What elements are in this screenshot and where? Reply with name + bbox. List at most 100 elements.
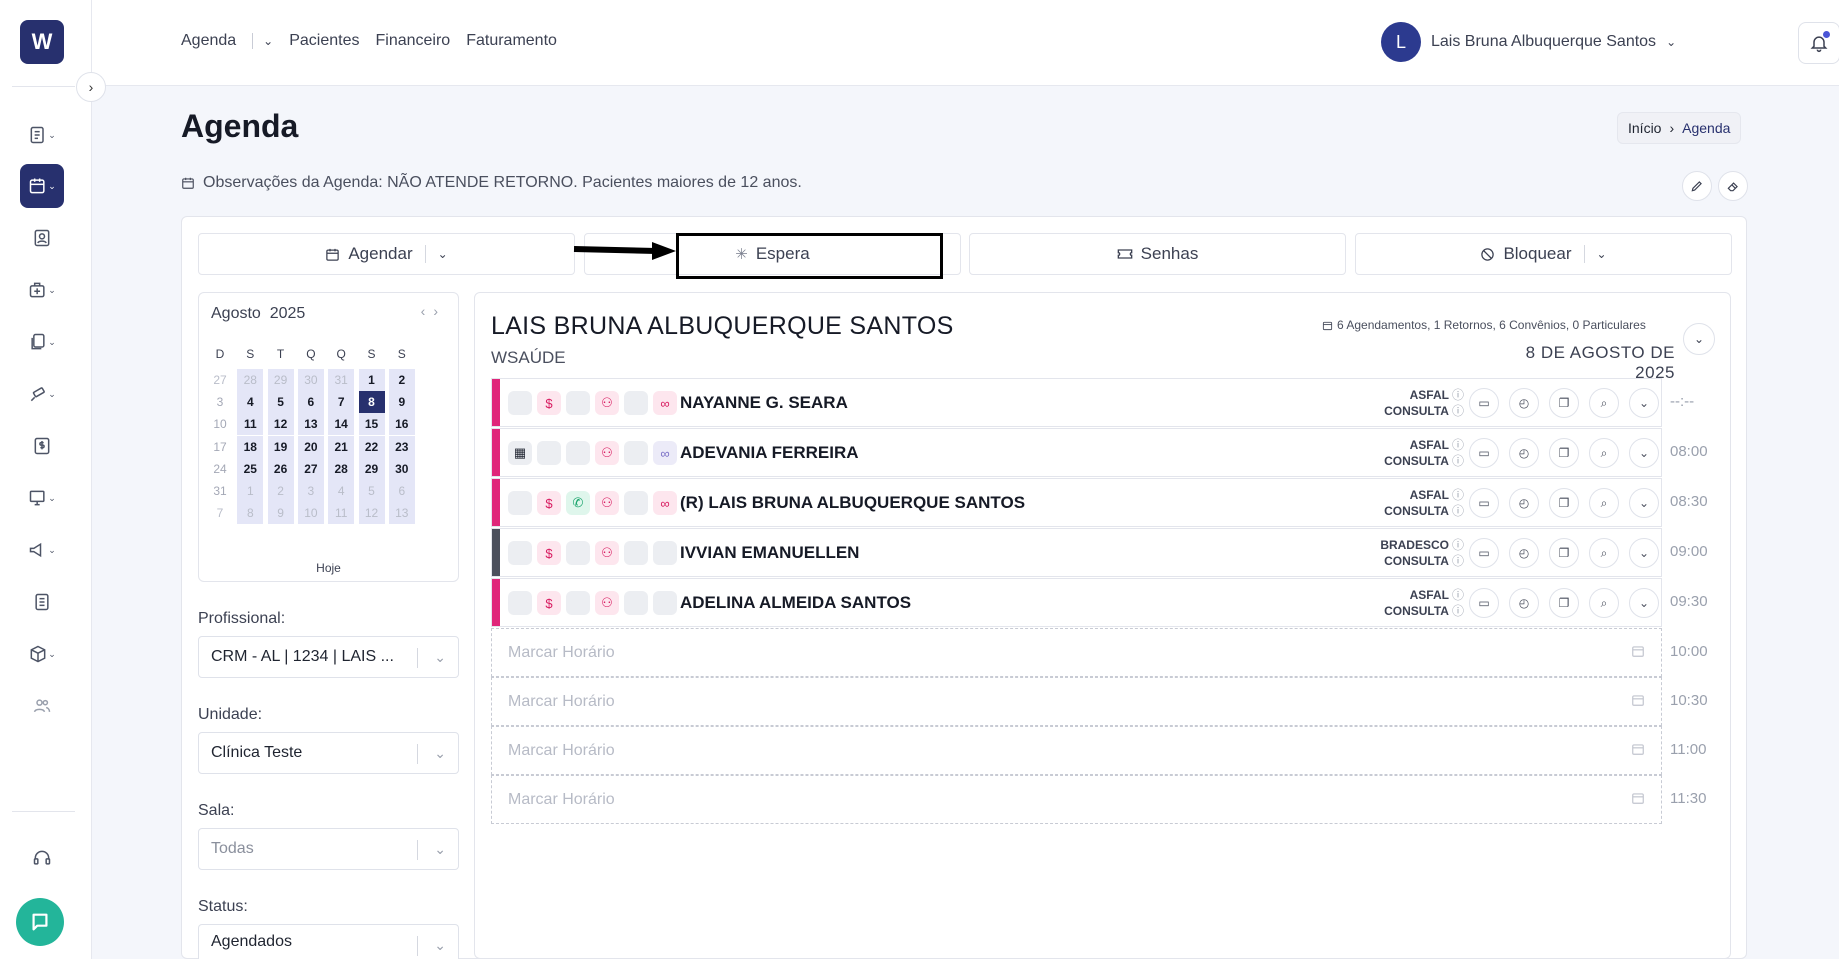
status-chip[interactable] — [624, 541, 648, 565]
breadcrumb-home[interactable]: Início — [1628, 120, 1661, 136]
user-icon[interactable]: ⚇ — [595, 491, 619, 515]
calendar-day[interactable]: 2 — [388, 369, 415, 391]
edit-observation-button[interactable] — [1682, 171, 1712, 201]
calendar-day[interactable]: 25 — [237, 457, 264, 480]
reschedule-button[interactable]: ◴ — [1509, 388, 1539, 418]
status-chip[interactable] — [653, 541, 677, 565]
whatsapp-icon[interactable]: ✆ — [566, 491, 590, 515]
calendar-day[interactable]: 3 — [207, 391, 233, 413]
calendar-day[interactable]: 7 — [207, 502, 233, 524]
expand-button[interactable]: ⌄ — [1683, 323, 1715, 355]
empty-slot[interactable]: Marcar Horário — [491, 775, 1662, 824]
chevron-down-icon[interactable]: ⌄ — [1597, 247, 1607, 261]
sidebar-item-medical[interactable]: ⌄ — [20, 268, 64, 312]
empty-slot[interactable]: Marcar Horário — [491, 628, 1662, 677]
nav-agenda[interactable]: Agenda — [181, 32, 236, 50]
more-button[interactable]: ⌄ — [1629, 388, 1659, 418]
calendar-day[interactable]: 12 — [267, 413, 294, 436]
calendar-day[interactable]: 12 — [358, 502, 385, 525]
calendar-day[interactable]: 18 — [237, 435, 264, 458]
status-select[interactable]: Agendados ⌄ — [198, 924, 459, 959]
status-chip[interactable] — [508, 591, 532, 615]
appointment-row[interactable]: $ ⚇ IVVIAN EMANUELLEN BRADESCO ⓘ CONSULTA ⓘ… — [491, 528, 1662, 577]
sidebar-item-users[interactable] — [20, 684, 64, 728]
calendar-day[interactable]: 28 — [328, 457, 355, 480]
app-logo[interactable]: W — [20, 20, 64, 64]
calendar-day[interactable]: 30 — [297, 369, 324, 391]
more-button[interactable]: ⌄ — [1629, 538, 1659, 568]
appointment-row[interactable]: $ ✆ ⚇ ∞ (R) LAIS BRUNA ALBUQUERQUE SANTOS A… — [491, 478, 1662, 527]
sidebar-collapse-button[interactable]: › — [76, 72, 106, 102]
appointment-row[interactable]: $ ⚇ ADELINA ALMEIDA SANTOS ASFAL ⓘ CONSULT… — [491, 578, 1662, 627]
bloquear-button[interactable]: Bloquear ⌄ — [1355, 233, 1732, 275]
calendar-day[interactable]: 26 — [267, 457, 294, 480]
calendar-day[interactable]: 13 — [388, 502, 415, 525]
status-chip[interactable] — [508, 391, 532, 415]
calendar-day[interactable]: 27 — [207, 369, 233, 391]
agendar-button[interactable]: Agendar ⌄ — [198, 233, 575, 275]
calendar-day[interactable]: 27 — [297, 457, 324, 480]
status-chip[interactable] — [508, 491, 532, 515]
search-button[interactable]: ⌕ — [1589, 388, 1619, 418]
search-button[interactable]: ⌕ — [1589, 588, 1619, 618]
calendar-day[interactable]: 29 — [267, 369, 294, 391]
status-chip[interactable] — [653, 591, 677, 615]
calendar-day[interactable]: 1 — [237, 480, 264, 502]
calendar-day[interactable]: 8 — [237, 502, 264, 525]
copy-button[interactable]: ❐ — [1549, 588, 1579, 618]
ticket-button[interactable]: ▭ — [1469, 538, 1499, 568]
sidebar-item-patient-card[interactable] — [20, 216, 64, 260]
nav-pacientes[interactable]: Pacientes — [289, 32, 359, 50]
glasses-icon[interactable]: ∞ — [653, 441, 677, 465]
notifications-button[interactable] — [1798, 22, 1839, 64]
patient-name[interactable]: IVVIAN EMANUELLEN — [680, 543, 859, 563]
more-button[interactable]: ⌄ — [1629, 588, 1659, 618]
sidebar-item-agenda[interactable]: ⌄ — [20, 164, 64, 208]
sidebar-item-inventory[interactable]: ⌄ — [20, 632, 64, 676]
ticket-button[interactable]: ▭ — [1469, 488, 1499, 518]
chevron-right-icon[interactable]: › — [433, 303, 446, 319]
user-icon[interactable]: ⚇ — [595, 591, 619, 615]
ticket-button[interactable]: ▭ — [1469, 588, 1499, 618]
calendar-day[interactable]: 28 — [237, 369, 264, 391]
empty-slot[interactable]: Marcar Horário — [491, 677, 1662, 726]
patient-name[interactable]: ADEVANIA FERREIRA — [680, 443, 859, 463]
calendar-day[interactable]: 10 — [207, 413, 233, 435]
sidebar-item-support[interactable] — [20, 836, 64, 880]
status-chip[interactable] — [624, 591, 648, 615]
profissional-select[interactable]: CRM - AL | 1234 | LAIS ... ⌄ — [198, 636, 459, 678]
empty-slot[interactable]: Marcar Horário — [491, 726, 1662, 775]
patient-name[interactable]: NAYANNE G. SEARA — [680, 393, 848, 413]
user-icon[interactable]: ⚇ — [595, 441, 619, 465]
calendar-day[interactable]: 9 — [388, 391, 415, 414]
calendar-check-icon[interactable]: ▦ — [508, 441, 532, 465]
calendar-day[interactable]: 16 — [388, 413, 415, 436]
search-button[interactable]: ⌕ — [1589, 538, 1619, 568]
user-icon[interactable]: ⚇ — [595, 391, 619, 415]
calendar-day[interactable]: 3 — [297, 480, 324, 502]
status-chip[interactable] — [566, 391, 590, 415]
calendar-day[interactable]: 13 — [297, 413, 324, 436]
calendar-day[interactable]: 17 — [207, 436, 233, 458]
calendar-day[interactable]: 14 — [328, 413, 355, 436]
calendar-day[interactable]: 1 — [358, 369, 385, 391]
sidebar-item-financial[interactable] — [20, 424, 64, 468]
reschedule-button[interactable]: ◴ — [1509, 438, 1539, 468]
calendar-day[interactable]: 24 — [207, 458, 233, 480]
calendar-day[interactable]: 21 — [328, 435, 355, 458]
status-chip[interactable] — [566, 591, 590, 615]
calendar-day[interactable]: 11 — [237, 413, 264, 436]
ticket-button[interactable]: ▭ — [1469, 388, 1499, 418]
chevron-down-icon[interactable]: ⌄ — [263, 34, 273, 48]
senhas-button[interactable]: Senhas — [969, 233, 1346, 275]
patient-name[interactable]: ADELINA ALMEIDA SANTOS — [680, 593, 911, 613]
sidebar-item-records[interactable]: ⌄ — [20, 113, 64, 157]
status-chip[interactable] — [566, 441, 590, 465]
status-chip[interactable] — [566, 541, 590, 565]
copy-button[interactable]: ❐ — [1549, 438, 1579, 468]
calendar-day[interactable]: 2 — [267, 480, 294, 502]
reschedule-button[interactable]: ◴ — [1509, 538, 1539, 568]
calendar-day[interactable]: 5 — [267, 391, 294, 414]
calendar-day[interactable]: 29 — [358, 457, 385, 480]
calendar-day[interactable]: 8 — [358, 391, 385, 414]
